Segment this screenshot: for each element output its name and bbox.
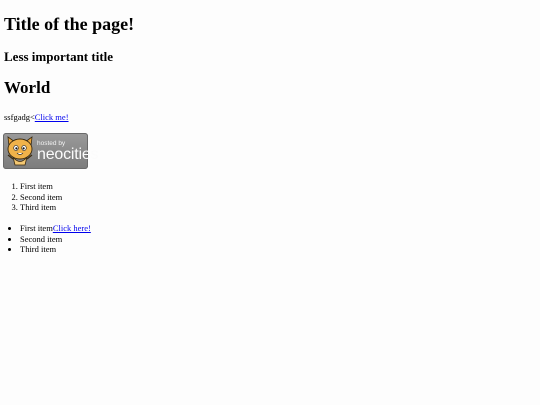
subtitle: Less important title xyxy=(4,49,114,64)
list-item: First item xyxy=(20,181,62,192)
badge-brand-text: neocities xyxy=(37,146,99,163)
page-title: Title of the page! xyxy=(4,14,135,34)
hosted-by-neocities-badge[interactable]: hosted by neocities xyxy=(3,133,99,169)
list-item: First itemClick here! xyxy=(20,223,91,234)
ordered-list: First item Second item Third item xyxy=(20,181,62,213)
text-line: ssfgadg<Click me! xyxy=(4,112,69,123)
neocities-cat-logo-icon xyxy=(7,136,33,166)
unordered-list: First itemClick here! Second item Third … xyxy=(20,223,91,255)
line-text: ssfgadg< xyxy=(4,112,35,122)
click-me-link[interactable]: Click me! xyxy=(35,112,69,122)
list-item: Third item xyxy=(20,202,62,213)
section-heading: World xyxy=(4,78,51,97)
list-item-text: First item xyxy=(20,223,53,233)
list-item: Third item xyxy=(20,244,91,255)
click-here-link[interactable]: Click here! xyxy=(53,223,91,233)
list-item: Second item xyxy=(20,192,62,203)
list-item: Second item xyxy=(20,234,91,245)
